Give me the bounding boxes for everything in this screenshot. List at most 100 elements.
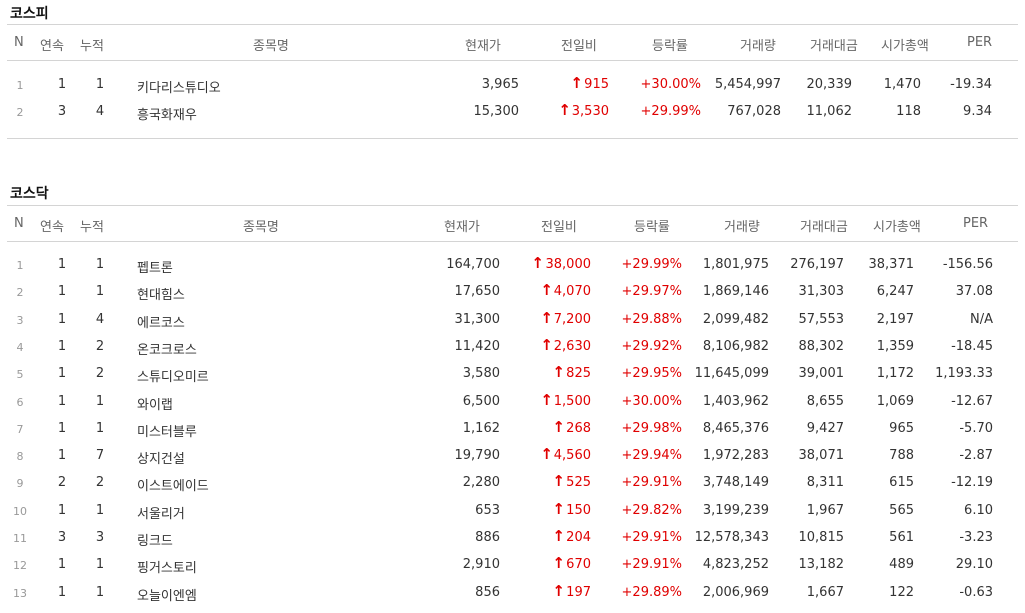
up-arrow-icon: ↑ bbox=[552, 499, 565, 518]
row-change: 4,070 bbox=[553, 284, 591, 300]
row-market-cap: 122 bbox=[889, 584, 914, 600]
header-change: 전일비 bbox=[561, 39, 597, 54]
row-cumulative: 4 bbox=[95, 311, 105, 327]
row-price: 11,420 bbox=[454, 338, 501, 354]
row-rate: +29.91% bbox=[621, 475, 682, 491]
table-row: 1 1 1 키다리스튜디오 3,965 ↑ 915 +30.00% 5,454,997 20,33… bbox=[7, 72, 1018, 99]
kospi-bottom-border bbox=[7, 138, 1018, 139]
row-per: 1,193.33 bbox=[935, 366, 993, 382]
table-row: 3 1 4 에르코스 31,300 ↑ 7,200 +29.88% 2,099,482 57,55… bbox=[7, 307, 1018, 334]
stock-name-link[interactable]: 오늘이엔엠 bbox=[137, 585, 197, 604]
row-volume: 2,099,482 bbox=[702, 311, 769, 327]
row-number: 2 bbox=[16, 286, 24, 300]
row-streak: 1 bbox=[57, 448, 67, 464]
row-change: 150 bbox=[566, 502, 591, 518]
row-volume: 5,454,997 bbox=[714, 77, 781, 92]
table-row: 13 1 1 오늘이엔엠 856 ↑ 197 +29.89% 2,006,969 1,667 122… bbox=[7, 580, 1018, 607]
row-number: 9 bbox=[16, 477, 24, 491]
row-rate: +29.82% bbox=[621, 502, 682, 518]
up-arrow-icon: ↑ bbox=[570, 74, 583, 92]
header-volume: 거래량 bbox=[740, 39, 776, 54]
row-streak: 1 bbox=[57, 420, 67, 436]
row-change: 38,000 bbox=[545, 257, 592, 272]
row-amount: 38,071 bbox=[798, 448, 845, 464]
row-market-cap: 965 bbox=[889, 420, 914, 436]
row-price: 3,965 bbox=[481, 77, 519, 92]
row-change: 3,530 bbox=[571, 104, 609, 120]
row-rate: +30.00% bbox=[640, 77, 701, 92]
row-streak: 1 bbox=[57, 257, 67, 272]
row-volume: 12,578,343 bbox=[694, 530, 769, 545]
stock-name-link[interactable]: 스튜디오미르 bbox=[137, 366, 209, 385]
stock-name-link[interactable]: 상지건설 bbox=[137, 448, 185, 467]
row-price: 653 bbox=[475, 502, 500, 518]
row-volume: 767,028 bbox=[727, 104, 781, 120]
row-price: 164,700 bbox=[446, 257, 500, 272]
up-arrow-icon: ↑ bbox=[540, 308, 553, 327]
row-amount: 20,339 bbox=[806, 77, 853, 92]
header-name: 종목명 bbox=[243, 220, 279, 235]
kospi-title: 코스피 bbox=[10, 6, 49, 22]
up-arrow-icon: ↑ bbox=[540, 445, 553, 464]
stock-name-link[interactable]: 펩트론 bbox=[137, 257, 173, 276]
row-streak: 1 bbox=[57, 366, 67, 382]
table-row: 9 2 2 이스트에이드 2,280 ↑ 525 +29.91% 3,748,149 8,311 6… bbox=[7, 470, 1018, 497]
kosdaq-title: 코스닥 bbox=[10, 186, 49, 202]
row-market-cap: 1,470 bbox=[883, 77, 921, 92]
row-volume: 3,199,239 bbox=[702, 502, 769, 518]
table-row: 1 1 1 펩트론 164,700 ↑ 38,000 +29.99% 1,801,975 276,… bbox=[7, 252, 1018, 279]
stock-name-link[interactable]: 미스터블루 bbox=[137, 421, 197, 440]
row-amount: 11,062 bbox=[806, 104, 853, 120]
stock-name-link[interactable]: 흥국화재우 bbox=[137, 104, 197, 123]
header-rate: 등락률 bbox=[634, 220, 670, 235]
header-cum: 누적 bbox=[80, 220, 104, 235]
row-amount: 13,182 bbox=[798, 557, 845, 573]
stock-name-link[interactable]: 서울리거 bbox=[137, 503, 185, 522]
up-arrow-icon: ↑ bbox=[540, 335, 553, 354]
row-volume: 1,801,975 bbox=[702, 257, 769, 272]
up-arrow-icon: ↑ bbox=[552, 527, 565, 545]
header-rate: 등락률 bbox=[652, 39, 688, 54]
row-volume: 8,465,376 bbox=[702, 420, 769, 436]
row-price: 856 bbox=[475, 584, 500, 600]
row-market-cap: 1,069 bbox=[876, 393, 914, 409]
up-arrow-icon: ↑ bbox=[558, 101, 571, 120]
row-change: 268 bbox=[566, 420, 591, 436]
kospi-table-header: N 연속 누적 종목명 현재가 전일비 등락률 거래량 거래대금 시가총액 PE… bbox=[7, 24, 1018, 61]
row-amount: 31,303 bbox=[798, 284, 845, 300]
stock-name-link[interactable]: 현대힘스 bbox=[137, 284, 185, 303]
row-number: 1 bbox=[16, 259, 24, 272]
row-price: 31,300 bbox=[454, 311, 501, 327]
stock-name-link[interactable]: 링크드 bbox=[137, 530, 173, 549]
header-cum: 누적 bbox=[80, 39, 104, 54]
row-cumulative: 2 bbox=[95, 338, 105, 354]
row-rate: +29.92% bbox=[621, 338, 682, 354]
row-volume: 2,006,969 bbox=[702, 584, 769, 600]
row-streak: 2 bbox=[57, 475, 67, 491]
row-per: -5.70 bbox=[959, 420, 993, 436]
row-market-cap: 118 bbox=[896, 104, 921, 120]
row-streak: 3 bbox=[57, 104, 67, 120]
row-cumulative: 1 bbox=[95, 257, 105, 272]
header-price: 현재가 bbox=[444, 220, 480, 235]
row-streak: 1 bbox=[57, 77, 67, 92]
row-amount: 9,427 bbox=[806, 420, 844, 436]
stock-name-link[interactable]: 에르코스 bbox=[137, 312, 185, 331]
header-streak: 연속 bbox=[40, 39, 64, 54]
row-per: 6.10 bbox=[964, 502, 993, 518]
stock-name-link[interactable]: 와이랩 bbox=[137, 394, 173, 413]
row-market-cap: 6,247 bbox=[876, 284, 914, 300]
row-change: 825 bbox=[566, 366, 591, 382]
stock-name-link[interactable]: 온코크로스 bbox=[137, 339, 197, 358]
stock-name-link[interactable]: 키다리스튜디오 bbox=[137, 77, 221, 96]
stock-name-link[interactable]: 이스트에이드 bbox=[137, 475, 209, 494]
row-volume: 1,972,283 bbox=[702, 448, 769, 464]
header-streak: 연속 bbox=[40, 220, 64, 235]
row-amount: 8,655 bbox=[806, 393, 844, 409]
row-price: 19,790 bbox=[454, 448, 501, 464]
header-per: PER bbox=[967, 35, 993, 50]
stock-name-link[interactable]: 핑거스토리 bbox=[137, 557, 197, 576]
row-rate: +29.91% bbox=[621, 557, 682, 573]
row-number: 2 bbox=[16, 106, 24, 120]
row-amount: 57,553 bbox=[798, 311, 845, 327]
